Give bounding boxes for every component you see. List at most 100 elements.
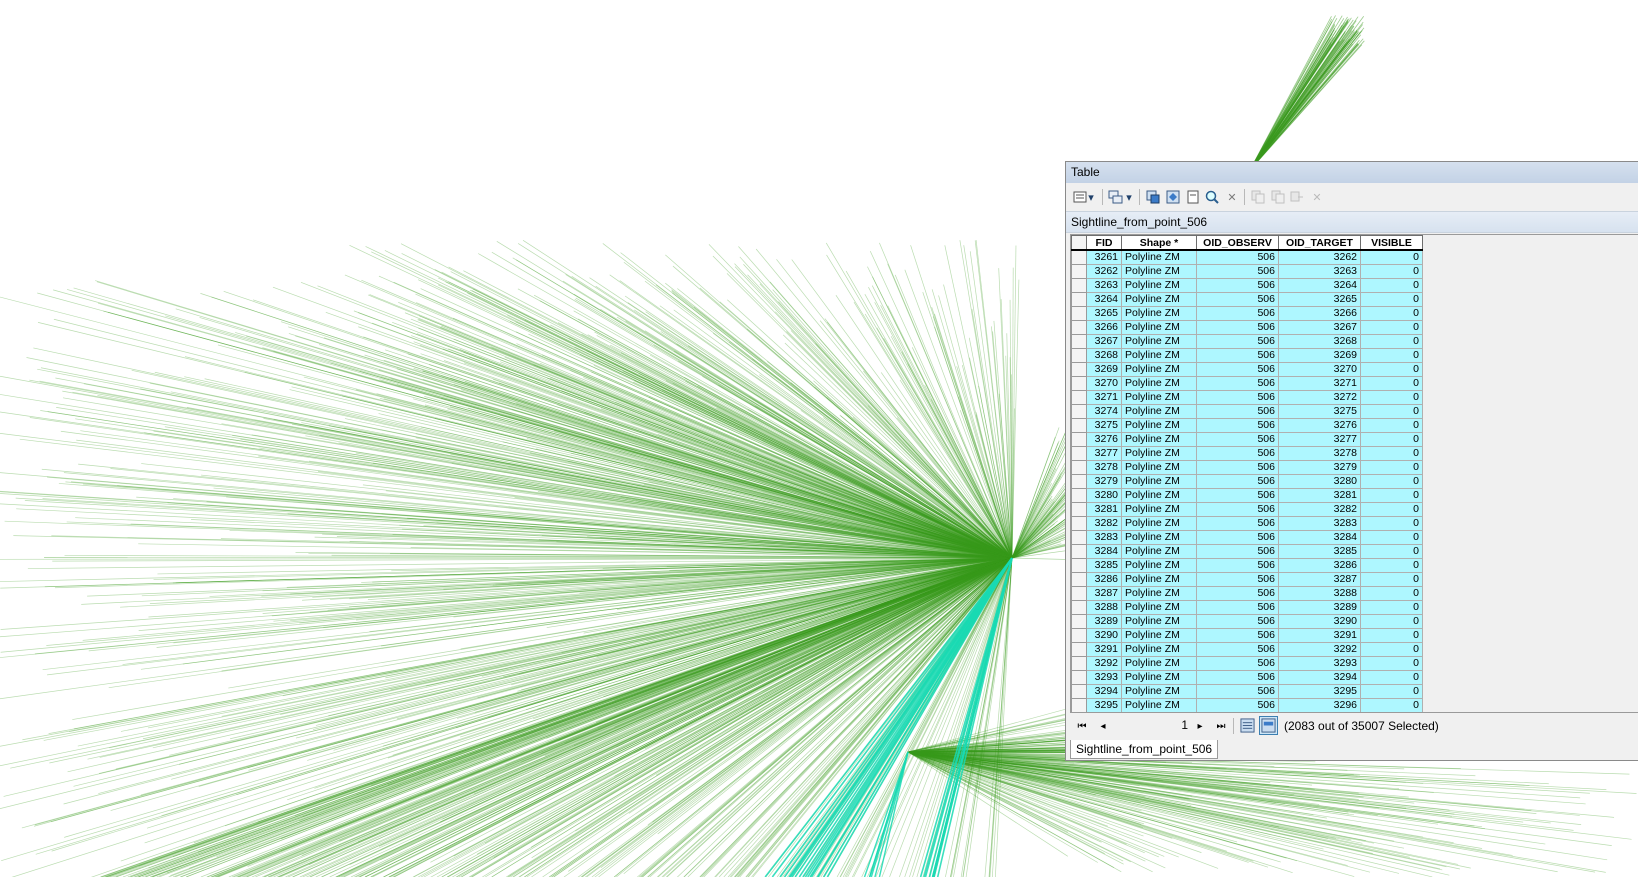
table-row[interactable]: 3268 Polyline ZM 506 3269 0 [1071, 348, 1423, 363]
paste-icon[interactable] [1269, 189, 1287, 205]
select-by-attributes-icon[interactable] [1144, 189, 1162, 205]
table-row[interactable]: 3262 Polyline ZM 506 3263 0 [1071, 264, 1423, 279]
row-selector[interactable] [1071, 600, 1087, 615]
row-selector[interactable] [1071, 670, 1087, 685]
row-selector[interactable] [1071, 572, 1087, 587]
delete-selected-icon[interactable]: ✕ [1223, 189, 1241, 205]
table-row[interactable]: 3275 Polyline ZM 506 3276 0 [1071, 418, 1423, 433]
row-selector[interactable] [1071, 502, 1087, 517]
column-header-visible[interactable]: VISIBLE [1360, 235, 1423, 251]
table-row[interactable]: 3276 Polyline ZM 506 3277 0 [1071, 432, 1423, 447]
table-row[interactable]: 3267 Polyline ZM 506 3268 0 [1071, 334, 1423, 349]
table-row[interactable]: 3293 Polyline ZM 506 3294 0 [1071, 670, 1423, 685]
row-selector[interactable] [1071, 516, 1087, 531]
last-record-icon[interactable]: ⏭ [1213, 719, 1229, 733]
row-selector[interactable] [1071, 586, 1087, 601]
cell-oid-target: 3270 [1278, 362, 1361, 377]
table-row[interactable]: 3280 Polyline ZM 506 3281 0 [1071, 488, 1423, 503]
row-selector[interactable] [1071, 362, 1087, 377]
attribute-grid[interactable]: FID Shape * OID_OBSERV OID_TARGET VISIBLE 32… [1070, 234, 1638, 713]
row-selector[interactable] [1071, 684, 1087, 699]
close-disabled-icon[interactable]: ✕ [1308, 189, 1326, 205]
row-selector[interactable] [1071, 474, 1087, 489]
row-selector[interactable] [1071, 306, 1087, 321]
table-row[interactable]: 3291 Polyline ZM 506 3292 0 [1071, 642, 1423, 657]
related-tables-icon[interactable] [1107, 189, 1125, 205]
cell-oid-target: 3285 [1278, 544, 1361, 559]
row-selector[interactable] [1071, 334, 1087, 349]
zoom-to-selected-icon[interactable] [1203, 189, 1221, 205]
first-record-icon[interactable]: ⏮ [1074, 719, 1090, 733]
row-selector[interactable] [1071, 320, 1087, 335]
show-selected-records-icon[interactable] [1259, 716, 1278, 735]
table-row[interactable]: 3294 Polyline ZM 506 3295 0 [1071, 684, 1423, 699]
table-row[interactable]: 3271 Polyline ZM 506 3272 0 [1071, 390, 1423, 405]
row-selector[interactable] [1071, 656, 1087, 671]
table-row[interactable]: 3279 Polyline ZM 506 3280 0 [1071, 474, 1423, 489]
attribute-table-window[interactable]: Table ▾ ▾ ✕ ✕ Sightline_from_point_506 F… [1065, 161, 1638, 761]
layer-tab[interactable]: Sightline_from_point_506 [1070, 740, 1219, 759]
table-row[interactable]: 3283 Polyline ZM 506 3284 0 [1071, 530, 1423, 545]
cell-visible: 0 [1360, 656, 1423, 671]
table-row[interactable]: 3266 Polyline ZM 506 3267 0 [1071, 320, 1423, 335]
row-selector[interactable] [1071, 404, 1087, 419]
table-row[interactable]: 3270 Polyline ZM 506 3271 0 [1071, 376, 1423, 391]
table-title-bar[interactable]: Table [1066, 162, 1638, 183]
table-row[interactable]: 3261 Polyline ZM 506 3262 0 [1071, 249, 1423, 265]
row-selector[interactable] [1071, 376, 1087, 391]
table-row[interactable]: 3295 Polyline ZM 506 3296 0 [1071, 698, 1423, 712]
current-record-field[interactable]: 1 [1120, 717, 1192, 734]
row-selector[interactable] [1071, 446, 1087, 461]
table-row[interactable]: 3277 Polyline ZM 506 3278 0 [1071, 446, 1423, 461]
column-header-fid[interactable]: FID [1086, 235, 1122, 251]
row-selector-header[interactable] [1071, 235, 1087, 251]
table-row[interactable]: 3290 Polyline ZM 506 3291 0 [1071, 628, 1423, 643]
row-selector[interactable] [1071, 460, 1087, 475]
row-selector[interactable] [1071, 614, 1087, 629]
row-selector[interactable] [1071, 628, 1087, 643]
table-row[interactable]: 3263 Polyline ZM 506 3264 0 [1071, 278, 1423, 293]
table-row[interactable]: 3284 Polyline ZM 506 3285 0 [1071, 544, 1423, 559]
switch-selection-icon[interactable] [1164, 189, 1182, 205]
row-selector[interactable] [1071, 264, 1087, 279]
copy-selected-icon[interactable] [1249, 189, 1267, 205]
table-row[interactable]: 3292 Polyline ZM 506 3293 0 [1071, 656, 1423, 671]
table-row[interactable]: 3269 Polyline ZM 506 3270 0 [1071, 362, 1423, 377]
previous-record-icon[interactable]: ◂ [1095, 719, 1111, 733]
row-selector[interactable] [1071, 432, 1087, 447]
row-selector[interactable] [1071, 488, 1087, 503]
table-row[interactable]: 3286 Polyline ZM 506 3287 0 [1071, 572, 1423, 587]
row-selector[interactable] [1071, 530, 1087, 545]
table-row[interactable]: 3287 Polyline ZM 506 3288 0 [1071, 586, 1423, 601]
row-selector[interactable] [1071, 544, 1087, 559]
table-row[interactable]: 3289 Polyline ZM 506 3290 0 [1071, 614, 1423, 629]
table-row[interactable]: 3281 Polyline ZM 506 3282 0 [1071, 502, 1423, 517]
cell-oid-observ: 506 [1196, 642, 1279, 657]
row-selector[interactable] [1071, 278, 1087, 293]
table-row[interactable]: 3265 Polyline ZM 506 3266 0 [1071, 306, 1423, 321]
column-header-shape[interactable]: Shape * [1121, 235, 1197, 251]
dropdown-arrow-icon[interactable]: ▾ [1086, 189, 1096, 205]
dropdown-arrow-icon[interactable]: ▾ [1124, 189, 1134, 205]
table-row[interactable]: 3278 Polyline ZM 506 3279 0 [1071, 460, 1423, 475]
row-selector[interactable] [1071, 249, 1087, 265]
table-row[interactable]: 3288 Polyline ZM 506 3289 0 [1071, 600, 1423, 615]
clear-selection-icon[interactable] [1184, 189, 1202, 205]
table-row[interactable]: 3274 Polyline ZM 506 3275 0 [1071, 404, 1423, 419]
column-header-oid-observ[interactable]: OID_OBSERV [1196, 235, 1279, 251]
table-row[interactable]: 3285 Polyline ZM 506 3286 0 [1071, 558, 1423, 573]
row-selector[interactable] [1071, 558, 1087, 573]
cell-oid-target: 3269 [1278, 348, 1361, 363]
row-selector[interactable] [1071, 698, 1087, 712]
next-record-icon[interactable]: ▸ [1192, 719, 1208, 733]
column-header-oid-target[interactable]: OID_TARGET [1278, 235, 1361, 251]
row-selector[interactable] [1071, 292, 1087, 307]
row-selector[interactable] [1071, 390, 1087, 405]
table-row[interactable]: 3264 Polyline ZM 506 3265 0 [1071, 292, 1423, 307]
row-selector[interactable] [1071, 348, 1087, 363]
table-row[interactable]: 3282 Polyline ZM 506 3283 0 [1071, 516, 1423, 531]
row-selector[interactable] [1071, 418, 1087, 433]
undo-icon[interactable] [1288, 189, 1306, 205]
show-all-records-icon[interactable] [1238, 716, 1257, 735]
row-selector[interactable] [1071, 642, 1087, 657]
